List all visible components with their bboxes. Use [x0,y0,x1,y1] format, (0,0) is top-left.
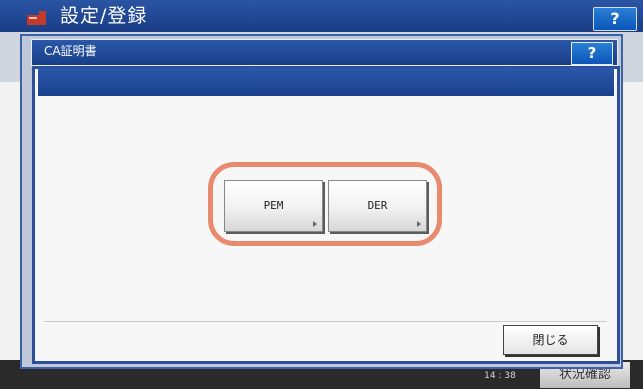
settings-help-button[interactable]: ? [593,7,637,31]
right-frame [620,82,643,360]
close-button[interactable]: 閉じる [503,325,598,355]
settings-icon [26,8,48,26]
pem-button-label: PEM [263,199,284,212]
dialog-divider [44,321,607,322]
arrow-right-icon [313,221,317,227]
dialog-title: CA証明書 [44,44,97,58]
der-button[interactable]: DER [328,180,427,232]
pem-button[interactable]: PEM [224,180,323,232]
settings-title: 設定/登録 [60,5,148,27]
der-button-label: DER [367,199,388,212]
dialog-subheader-bar [38,68,614,96]
arrow-right-icon [417,221,421,227]
dialog-help-button[interactable]: ? [571,42,613,65]
dialog-titlebar [31,39,618,66]
